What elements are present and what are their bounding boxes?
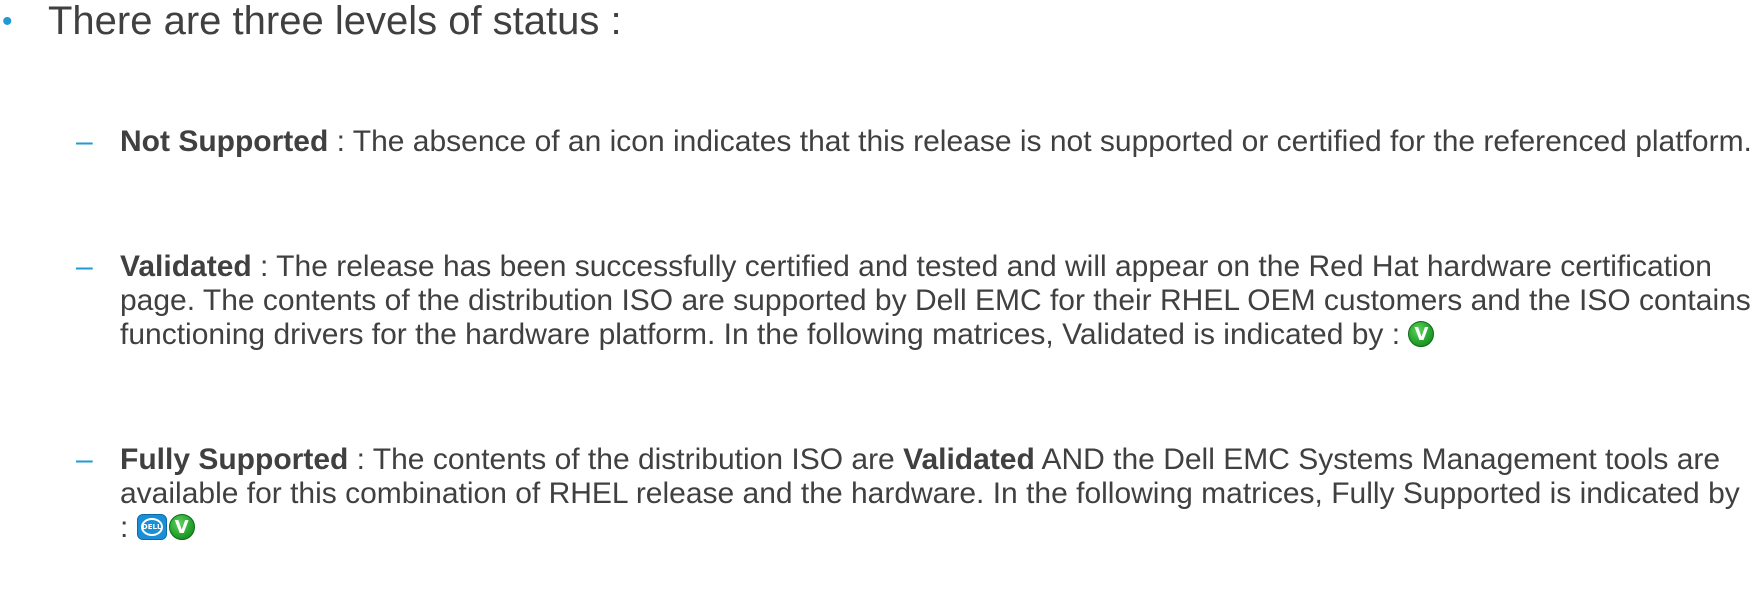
status-term: Validated <box>120 250 252 283</box>
status-text: : The release has been successfully cert… <box>120 250 1751 351</box>
main-bullet: • There are three levels of status : <box>2 0 622 49</box>
validated-icon: V <box>1408 321 1435 348</box>
dash-icon: – <box>76 250 93 283</box>
status-description: Not Supported : The absence of an icon i… <box>120 125 1756 159</box>
dash-icon: – <box>76 125 93 158</box>
dash-icon: – <box>76 443 93 476</box>
status-text: : The absence of an icon indicates that … <box>328 125 1752 158</box>
status-item-fully-supported: – Fully Supported : The contents of the … <box>76 443 1756 545</box>
status-item-validated: – Validated : The release has been succe… <box>76 250 1756 352</box>
status-heading: There are three levels of status : <box>48 0 622 43</box>
status-term: Not Supported <box>120 125 329 158</box>
bullet-icon: • <box>2 5 13 38</box>
status-description: Validated : The release has been success… <box>120 250 1756 352</box>
dell-icon-label: DELL <box>141 523 162 532</box>
status-description: Fully Supported : The contents of the di… <box>120 443 1756 545</box>
status-text: : The contents of the distribution ISO a… <box>348 443 904 476</box>
status-item-not-supported: – Not Supported : The absence of an icon… <box>76 125 1756 159</box>
status-term-inline: Validated <box>903 443 1035 476</box>
validated-icon: V <box>168 514 195 541</box>
status-term: Fully Supported <box>120 443 349 476</box>
dell-icon: DELL <box>136 514 167 541</box>
